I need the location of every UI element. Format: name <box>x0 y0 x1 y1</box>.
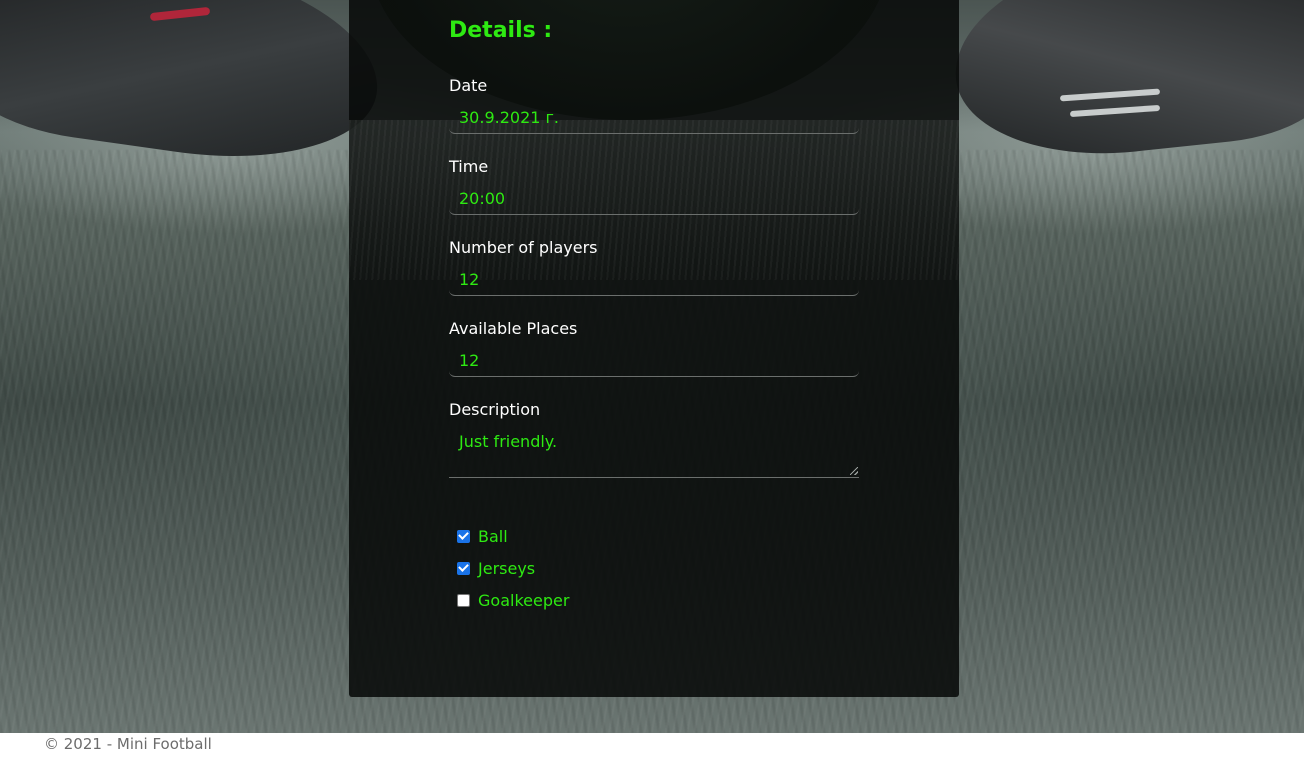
number-of-players-field[interactable]: 12 <box>449 268 859 296</box>
ball-shadow <box>369 0 889 120</box>
ball-checkbox[interactable] <box>457 529 470 543</box>
right-shoe <box>944 0 1304 170</box>
time-label: Time <box>449 157 489 176</box>
date-label: Date <box>449 76 488 95</box>
details-panel: Details : Date 30.9.2021 г. Time 20:00 N… <box>349 0 959 697</box>
available-places-label: Available Places <box>449 319 578 338</box>
jerseys-checkbox-label[interactable]: Jerseys <box>478 559 535 578</box>
description-label: Description <box>449 400 541 419</box>
time-field[interactable]: 20:00 <box>449 187 859 215</box>
ball-checkbox-label[interactable]: Ball <box>478 527 508 546</box>
description-textarea[interactable]: Just friendly. <box>449 428 859 478</box>
details-title: Details : <box>449 18 553 43</box>
checkmark-icon <box>458 529 469 540</box>
date-field[interactable]: 30.9.2021 г. <box>449 106 859 134</box>
resize-grip-icon[interactable] <box>850 467 858 475</box>
available-places-field[interactable]: 12 <box>449 349 859 377</box>
footer-copyright: © 2021 - Mini Football <box>44 735 212 753</box>
goalkeeper-checkbox[interactable] <box>457 593 470 607</box>
checkmark-icon <box>458 561 469 572</box>
number-of-players-label: Number of players <box>449 238 598 257</box>
jerseys-checkbox[interactable] <box>457 561 470 575</box>
goalkeeper-checkbox-label[interactable]: Goalkeeper <box>478 591 569 610</box>
checkbox-row-ball[interactable]: Ball <box>457 526 508 546</box>
checkbox-row-goalkeeper[interactable]: Goalkeeper <box>457 590 569 610</box>
checkbox-row-jerseys[interactable]: Jerseys <box>457 558 535 578</box>
description-text: Just friendly. <box>459 432 558 451</box>
